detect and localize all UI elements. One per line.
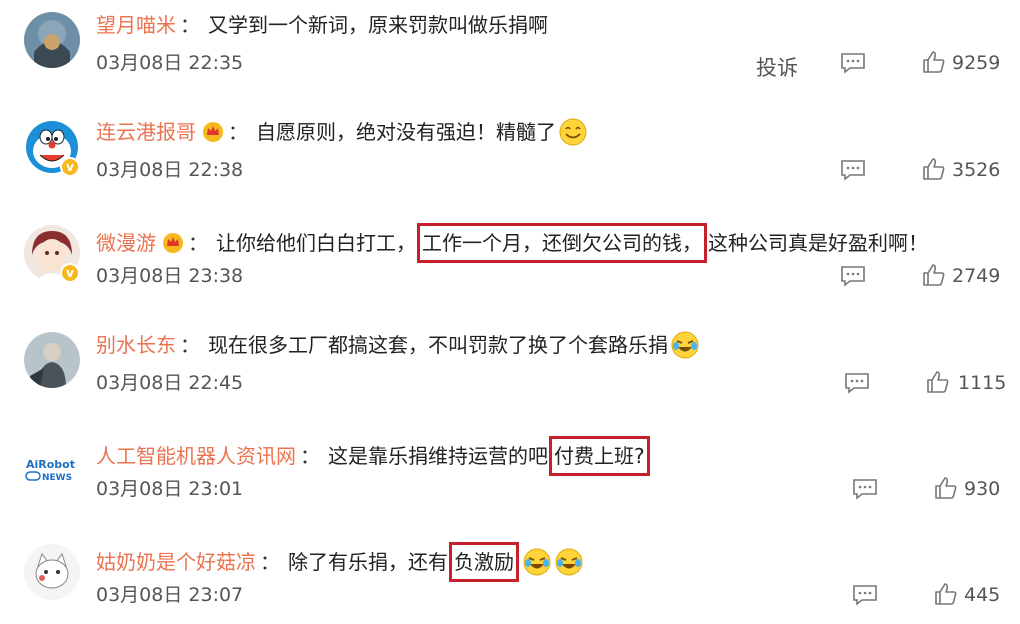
avatar[interactable]: v — [24, 119, 80, 177]
comment-text: 除了有乐捐，还有 — [288, 550, 448, 574]
username[interactable]: 姑奶奶是个好菇凉 — [96, 547, 256, 577]
avatar-image: AiRobot NEWS — [24, 438, 80, 494]
username[interactable]: 微漫游 — [96, 228, 156, 258]
comment-text: 又学到一个新词，原来罚款叫做乐捐啊 — [208, 13, 548, 37]
username[interactable]: 连云港报哥 — [96, 117, 196, 147]
username[interactable]: 别水长东 — [96, 330, 176, 360]
timestamp: 03月08日 22:35 — [96, 52, 244, 74]
verified-badge-icon: v — [60, 157, 80, 177]
like-count: 445 — [964, 584, 1001, 606]
comment-item: 姑奶奶是个好菇凉 ： 除了有乐捐，还有 负激励 03月08日 23:07 445 — [0, 532, 1020, 624]
thumbs-up-icon[interactable] — [922, 50, 946, 74]
avatar-image — [24, 544, 80, 600]
colon: ： — [180, 333, 200, 357]
reply-icon[interactable] — [840, 52, 866, 74]
timestamp: 03月08日 22:38 — [96, 159, 244, 181]
timestamp: 03月08日 23:01 — [96, 478, 244, 500]
like-count: 9259 — [952, 52, 1001, 74]
avatar-logo-text: NEWS — [42, 473, 72, 483]
reply-icon[interactable] — [852, 478, 878, 500]
avatar[interactable] — [24, 332, 80, 388]
username[interactable]: 人工智能机器人资讯网 — [96, 441, 296, 471]
comment-item: 别水长东 ： 现在很多工厂都搞这套，不叫罚款了换了个套路乐捐 03月08日 22… — [0, 320, 1020, 426]
highlighted-text: 负激励 — [449, 542, 519, 582]
timestamp: 03月08日 23:07 — [96, 584, 244, 606]
avatar-image — [24, 332, 80, 388]
avatar[interactable]: AiRobot NEWS — [24, 438, 80, 494]
reply-icon[interactable] — [844, 372, 870, 394]
reply-icon[interactable] — [852, 584, 878, 606]
avatar[interactable] — [24, 12, 80, 68]
thumbs-up-icon[interactable] — [922, 263, 946, 287]
avatar-image — [24, 12, 80, 68]
colon: ： — [260, 550, 280, 574]
thumbs-up-icon[interactable] — [934, 476, 958, 500]
laugh-cry-emoji-icon — [555, 548, 583, 576]
comment-item: v 连云港报哥 ： 自愿原则，绝对没有强迫！精髓了 03月08日 22:38 3… — [0, 107, 1020, 213]
like-count: 2749 — [952, 265, 1001, 287]
thumbs-up-icon[interactable] — [934, 582, 958, 606]
avatar-logo-text: AiRobot — [26, 458, 75, 471]
reply-icon[interactable] — [840, 265, 866, 287]
comment-text: 现在很多工厂都搞这套，不叫罚款了换了个套路乐捐 — [208, 333, 668, 357]
highlighted-text: 付费上班? — [549, 436, 650, 476]
smile-emoji-icon — [559, 118, 587, 146]
timestamp: 03月08日 23:38 — [96, 265, 244, 287]
crown-badge-icon — [203, 122, 223, 142]
avatar[interactable] — [24, 544, 80, 600]
like-count: 3526 — [952, 159, 1001, 181]
comment-item: AiRobot NEWS 人工智能机器人资讯网 ： 这是靠乐捐维持运营的吧 付费… — [0, 426, 1020, 532]
colon: ： — [188, 231, 208, 255]
colon: ： — [228, 120, 248, 144]
laugh-cry-emoji-icon — [523, 548, 551, 576]
comment-item: v 微漫游 ： 让你给他们白白打工， 工作一个月，还倒欠公司的钱， 这种公司真是… — [0, 213, 1020, 319]
thumbs-up-icon[interactable] — [926, 370, 950, 394]
report-button[interactable]: 投诉 — [756, 52, 798, 82]
comment-text: 这是靠乐捐维持运营的吧 — [328, 444, 548, 468]
crown-badge-icon — [163, 233, 183, 253]
verified-badge-icon: v — [60, 263, 80, 283]
thumbs-up-icon[interactable] — [922, 157, 946, 181]
colon: ： — [300, 444, 320, 468]
colon: ： — [180, 13, 200, 37]
comment-text: 自愿原则，绝对没有强迫！精髓了 — [256, 120, 556, 144]
like-count: 930 — [964, 478, 1001, 500]
username[interactable]: 望月喵米 — [96, 10, 176, 40]
comment-item: 望月喵米 ： 又学到一个新词，原来罚款叫做乐捐啊 03月08日 22:35 投诉… — [0, 0, 1020, 106]
avatar[interactable]: v — [24, 225, 80, 283]
comment-text-tail: 这种公司真是好盈利啊！ — [708, 231, 928, 255]
laugh-cry-emoji-icon — [671, 331, 699, 359]
comment-text: 让你给他们白白打工， — [216, 231, 416, 255]
highlighted-text: 工作一个月，还倒欠公司的钱， — [417, 223, 707, 263]
reply-icon[interactable] — [840, 159, 866, 181]
timestamp: 03月08日 22:45 — [96, 372, 244, 394]
like-count: 1115 — [958, 372, 1007, 394]
